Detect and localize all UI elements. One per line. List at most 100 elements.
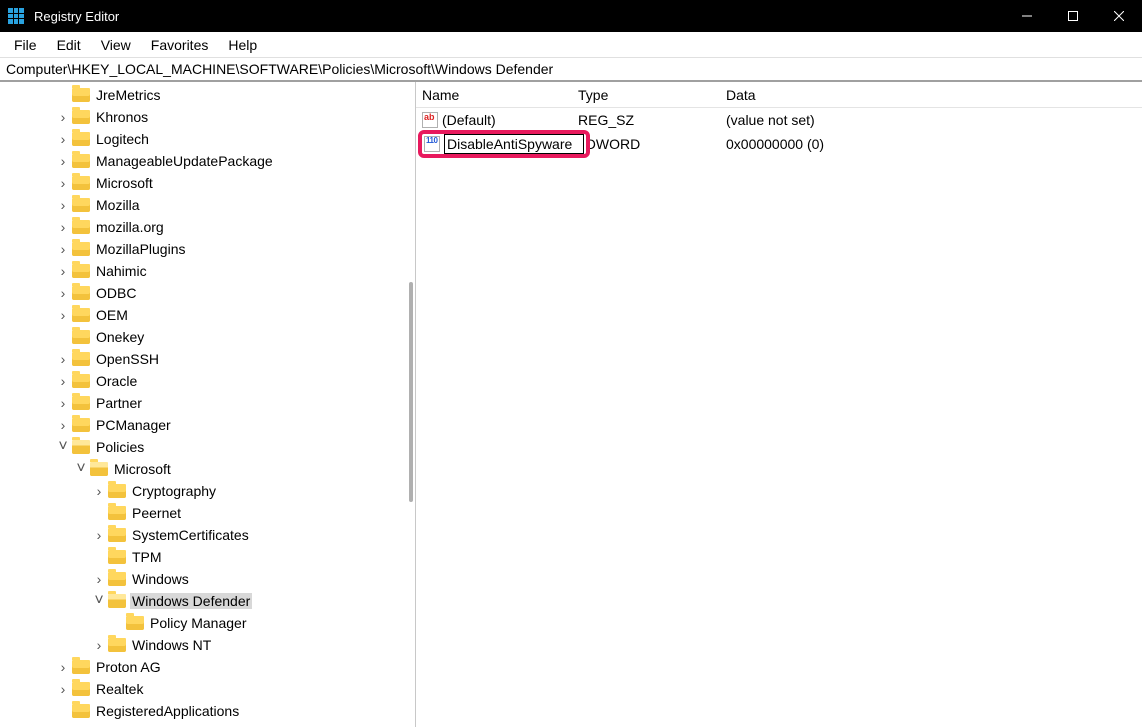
minimize-button[interactable] bbox=[1004, 0, 1050, 32]
tree-item-label: Windows NT bbox=[130, 637, 213, 653]
collapse-icon[interactable]: ˅ bbox=[90, 592, 108, 610]
folder-icon bbox=[72, 330, 90, 344]
tree-item[interactable]: ›Proton AG bbox=[0, 656, 415, 678]
tree-item-label: Nahimic bbox=[94, 263, 149, 279]
tree-item-label: OEM bbox=[94, 307, 130, 323]
tree-item[interactable]: >Onekey bbox=[0, 326, 415, 348]
expand-icon[interactable]: › bbox=[54, 307, 72, 323]
tree-item[interactable]: ›Mozilla bbox=[0, 194, 415, 216]
registry-tree[interactable]: >JreMetrics›Khronos›Logitech›ManageableU… bbox=[0, 82, 415, 722]
folder-icon bbox=[72, 286, 90, 300]
folder-icon bbox=[72, 264, 90, 278]
expand-icon[interactable]: › bbox=[90, 527, 108, 543]
tree-item[interactable]: › PCManager bbox=[0, 414, 415, 436]
tree-item-label: Realtek bbox=[94, 681, 145, 697]
expand-icon[interactable]: › bbox=[90, 483, 108, 499]
values-header: Name Type Data bbox=[416, 82, 1142, 108]
folder-icon bbox=[72, 308, 90, 322]
expand-icon[interactable]: › bbox=[54, 197, 72, 213]
expand-icon[interactable]: › bbox=[54, 241, 72, 257]
tree-item[interactable]: ˅Windows Defender bbox=[0, 590, 415, 612]
column-header-name[interactable]: Name bbox=[416, 87, 572, 103]
dword-value-icon bbox=[424, 136, 440, 152]
tree-item[interactable]: ›Logitech bbox=[0, 128, 415, 150]
expand-icon[interactable]: › bbox=[54, 373, 72, 389]
tree-item[interactable]: › Windows bbox=[0, 568, 415, 590]
maximize-button[interactable] bbox=[1050, 0, 1096, 32]
expand-icon[interactable]: › bbox=[54, 109, 72, 125]
tree-item[interactable]: >JreMetrics bbox=[0, 84, 415, 106]
tree-item[interactable]: › Partner bbox=[0, 392, 415, 414]
value-data: (value not set) bbox=[720, 112, 1142, 128]
tree-item[interactable]: › Nahimic bbox=[0, 260, 415, 282]
folder-icon bbox=[72, 154, 90, 168]
tree-item-label: Windows bbox=[130, 571, 191, 587]
tree-item-label: SystemCertificates bbox=[130, 527, 251, 543]
folder-icon bbox=[72, 352, 90, 366]
tree-item-label: Partner bbox=[94, 395, 144, 411]
expand-icon[interactable]: › bbox=[54, 659, 72, 675]
tree-item-label: ManageableUpdatePackage bbox=[94, 153, 275, 169]
tree-item[interactable]: › OpenSSH bbox=[0, 348, 415, 370]
tree-item[interactable]: >Policy Manager bbox=[0, 612, 415, 634]
tree-item[interactable]: › SystemCertificates bbox=[0, 524, 415, 546]
tree-item[interactable]: › ODBC bbox=[0, 282, 415, 304]
menu-view[interactable]: View bbox=[91, 35, 141, 55]
menu-help[interactable]: Help bbox=[218, 35, 267, 55]
tree-item-label: Microsoft bbox=[94, 175, 155, 191]
titlebar[interactable]: Registry Editor bbox=[0, 0, 1142, 32]
expand-icon[interactable]: › bbox=[54, 395, 72, 411]
tree-item[interactable]: › ManageableUpdatePackage bbox=[0, 150, 415, 172]
column-header-type[interactable]: Type bbox=[572, 87, 720, 103]
tree-item[interactable]: ›mozilla.org bbox=[0, 216, 415, 238]
tree-item[interactable]: ›Oracle bbox=[0, 370, 415, 392]
tree-item[interactable]: >TPM bbox=[0, 546, 415, 568]
tree-item-label: Microsoft bbox=[112, 461, 173, 477]
tree-item-label: MozillaPlugins bbox=[94, 241, 187, 257]
expand-icon[interactable]: › bbox=[54, 219, 72, 235]
tree-item[interactable]: >RegisteredApplications bbox=[0, 700, 415, 722]
value-row[interactable]: _DWORD 0x00000000 (0) bbox=[416, 132, 1142, 156]
expand-icon[interactable]: › bbox=[54, 681, 72, 697]
tree-item[interactable]: › Realtek bbox=[0, 678, 415, 700]
folder-icon bbox=[72, 374, 90, 388]
maximize-icon bbox=[1068, 11, 1078, 21]
value-row[interactable]: (Default) REG_SZ (value not set) bbox=[416, 108, 1142, 132]
tree-item[interactable]: › OEM bbox=[0, 304, 415, 326]
expand-icon[interactable]: › bbox=[54, 417, 72, 433]
tree-item-label: TPM bbox=[130, 549, 164, 565]
tree-item[interactable]: › Windows NT bbox=[0, 634, 415, 656]
tree-item[interactable]: ›Khronos bbox=[0, 106, 415, 128]
tree-item[interactable]: ›Cryptography bbox=[0, 480, 415, 502]
expand-icon[interactable]: › bbox=[54, 153, 72, 169]
collapse-icon[interactable]: ˅ bbox=[54, 438, 72, 456]
window-title: Registry Editor bbox=[32, 9, 1004, 24]
address-bar[interactable]: Computer\HKEY_LOCAL_MACHINE\SOFTWARE\Pol… bbox=[0, 58, 1142, 82]
tree-item-label: ODBC bbox=[94, 285, 138, 301]
expand-icon[interactable]: › bbox=[90, 571, 108, 587]
expand-icon[interactable]: › bbox=[54, 263, 72, 279]
folder-icon bbox=[72, 682, 90, 696]
folder-icon bbox=[108, 484, 126, 498]
tree-item[interactable]: ˅Policies bbox=[0, 436, 415, 458]
expand-icon[interactable]: › bbox=[90, 637, 108, 653]
close-button[interactable] bbox=[1096, 0, 1142, 32]
tree-item-label: OpenSSH bbox=[94, 351, 161, 367]
menu-file[interactable]: File bbox=[4, 35, 47, 55]
tree-item[interactable]: › Microsoft bbox=[0, 172, 415, 194]
expand-icon[interactable]: › bbox=[54, 131, 72, 147]
close-icon bbox=[1114, 11, 1124, 21]
tree-item-label: PCManager bbox=[94, 417, 173, 433]
tree-item[interactable]: › MozillaPlugins bbox=[0, 238, 415, 260]
menu-edit[interactable]: Edit bbox=[47, 35, 91, 55]
expand-icon[interactable]: › bbox=[54, 351, 72, 367]
value-name-input[interactable] bbox=[444, 134, 584, 154]
tree-scrollbar[interactable] bbox=[409, 282, 413, 502]
menu-favorites[interactable]: Favorites bbox=[141, 35, 219, 55]
tree-item[interactable]: ˅ Microsoft bbox=[0, 458, 415, 480]
tree-item[interactable]: >Peernet bbox=[0, 502, 415, 524]
collapse-icon[interactable]: ˅ bbox=[72, 460, 90, 478]
column-header-data[interactable]: Data bbox=[720, 87, 1142, 103]
expand-icon[interactable]: › bbox=[54, 285, 72, 301]
expand-icon[interactable]: › bbox=[54, 175, 72, 191]
